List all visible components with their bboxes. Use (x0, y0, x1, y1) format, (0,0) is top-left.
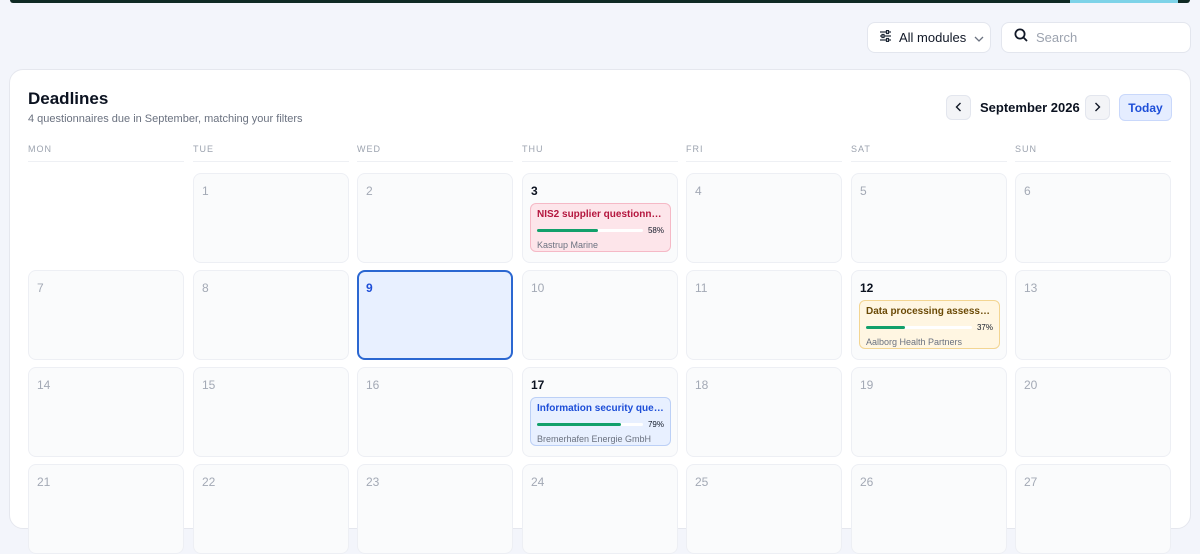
weekday-header-sun: SUN (1015, 144, 1171, 162)
search-input[interactable] (1036, 30, 1176, 45)
modules-filter-label: All modules (899, 30, 967, 45)
calendar-day[interactable]: 24 (522, 464, 678, 554)
progress-bar (866, 326, 972, 329)
current-month-label: September 2026 (980, 100, 1080, 115)
active-nav-indicator (1070, 0, 1178, 3)
day-number: 26 (860, 475, 874, 489)
deadline-event-card[interactable]: Information security questi... 79% Breme… (530, 397, 671, 446)
day-number: 21 (37, 475, 51, 489)
day-number: 4 (695, 184, 702, 198)
calendar-day[interactable]: 22 (193, 464, 349, 554)
calendar-day[interactable]: 7 (28, 270, 184, 360)
day-number: 8 (202, 281, 209, 295)
calendar-day[interactable]: 3 NIS2 supplier questionnaire 58% Kastru… (522, 173, 678, 263)
progress-percent: 58% (647, 226, 664, 235)
calendar-day[interactable]: 11 (686, 270, 842, 360)
progress-percent: 79% (647, 420, 664, 429)
calendar-day[interactable]: 18 (686, 367, 842, 457)
progress-bar (537, 423, 643, 426)
search-icon (1014, 28, 1028, 47)
day-number: 17 (531, 378, 545, 392)
modules-filter-dropdown[interactable]: All modules (867, 22, 991, 53)
page-subtitle: 4 questionnaires due in September, match… (28, 113, 303, 125)
page-title: Deadlines (28, 89, 109, 108)
day-number: 13 (1024, 281, 1038, 295)
calendar-day[interactable]: 25 (686, 464, 842, 554)
day-number: 6 (1024, 184, 1031, 198)
day-number: 7 (37, 281, 44, 295)
progress-fill (537, 423, 621, 426)
day-number: 27 (1024, 475, 1038, 489)
calendar-day[interactable]: 16 (357, 367, 513, 457)
progress-percent: 37% (976, 323, 993, 332)
calendar-day[interactable]: 19 (851, 367, 1007, 457)
calendar-day[interactable]: 5 (851, 173, 1007, 263)
weekday-header-sat: SAT (851, 144, 1007, 162)
calendar-day[interactable]: 10 (522, 270, 678, 360)
calendar-day[interactable]: 12 Data processing assessment 37% Aalbor… (851, 270, 1007, 360)
event-organization: Bremerhafen Energie GmbH (537, 434, 652, 444)
day-number: 5 (860, 184, 867, 198)
calendar-day[interactable]: 2 (357, 173, 513, 263)
weekday-header-wed: WED (357, 144, 513, 162)
progress-fill (866, 326, 906, 329)
calendar-day[interactable]: 21 (28, 464, 184, 554)
calendar-day[interactable]: 8 (193, 270, 349, 360)
deadline-event-card[interactable]: Data processing assessment 37% Aalborg H… (859, 300, 1000, 349)
calendar-day[interactable]: 6 (1015, 173, 1171, 263)
event-organization: Aalborg Health Partners (866, 337, 963, 347)
sliders-icon (879, 29, 892, 47)
event-organization: Kastrup Marine (537, 240, 599, 250)
previous-month-button[interactable] (946, 95, 971, 120)
next-month-button[interactable] (1085, 95, 1110, 120)
day-number: 19 (860, 378, 874, 392)
chevron-left-icon (955, 99, 962, 117)
day-number: 9 (366, 281, 373, 295)
day-number: 20 (1024, 378, 1038, 392)
today-button[interactable]: Today (1119, 94, 1172, 121)
progress-bar (537, 229, 643, 232)
day-number: 1 (202, 184, 209, 198)
calendar-day[interactable]: 4 (686, 173, 842, 263)
progress-fill (537, 229, 599, 232)
weekday-header-thu: THU (522, 144, 678, 162)
calendar-day[interactable]: 26 (851, 464, 1007, 554)
calendar-day[interactable]: 15 (193, 367, 349, 457)
day-number: 2 (366, 184, 373, 198)
calendar-day[interactable]: 17 Information security questi... 79% Br… (522, 367, 678, 457)
day-number: 23 (366, 475, 380, 489)
deadlines-panel: Deadlines 4 questionnaires due in Septem… (9, 69, 1191, 554)
day-number: 15 (202, 378, 216, 392)
calendar-day[interactable]: 1 (193, 173, 349, 263)
day-number: 24 (531, 475, 545, 489)
calendar-day[interactable]: 27 (1015, 464, 1171, 554)
day-number: 22 (202, 475, 216, 489)
calendar-day[interactable]: 14 (28, 367, 184, 457)
weekday-header-tue: TUE (193, 144, 349, 162)
day-number: 11 (695, 281, 708, 295)
event-title: NIS2 supplier questionnaire (537, 209, 664, 220)
event-title: Data processing assessment (866, 306, 993, 317)
calendar-day[interactable]: 20 (1015, 367, 1171, 457)
day-number: 14 (37, 378, 51, 392)
day-number: 10 (531, 281, 545, 295)
chevron-down-icon (974, 29, 984, 47)
calendar-day[interactable]: 23 (357, 464, 513, 554)
top-navigation-strip (10, 0, 1190, 3)
event-title: Information security questi... (537, 403, 664, 414)
day-number: 12 (860, 281, 874, 295)
day-number: 16 (366, 378, 380, 392)
day-number: 25 (695, 475, 709, 489)
weekday-header-mon: MON (28, 144, 184, 162)
weekday-header-fri: FRI (686, 144, 842, 162)
deadline-event-card[interactable]: NIS2 supplier questionnaire 58% Kastrup … (530, 203, 671, 252)
day-number: 18 (695, 378, 709, 392)
day-number: 3 (531, 184, 538, 198)
search-field[interactable] (1001, 22, 1191, 53)
calendar-day[interactable]: 13 (1015, 270, 1171, 360)
chevron-right-icon (1094, 99, 1101, 117)
calendar-day-today[interactable]: 9 (357, 270, 513, 360)
